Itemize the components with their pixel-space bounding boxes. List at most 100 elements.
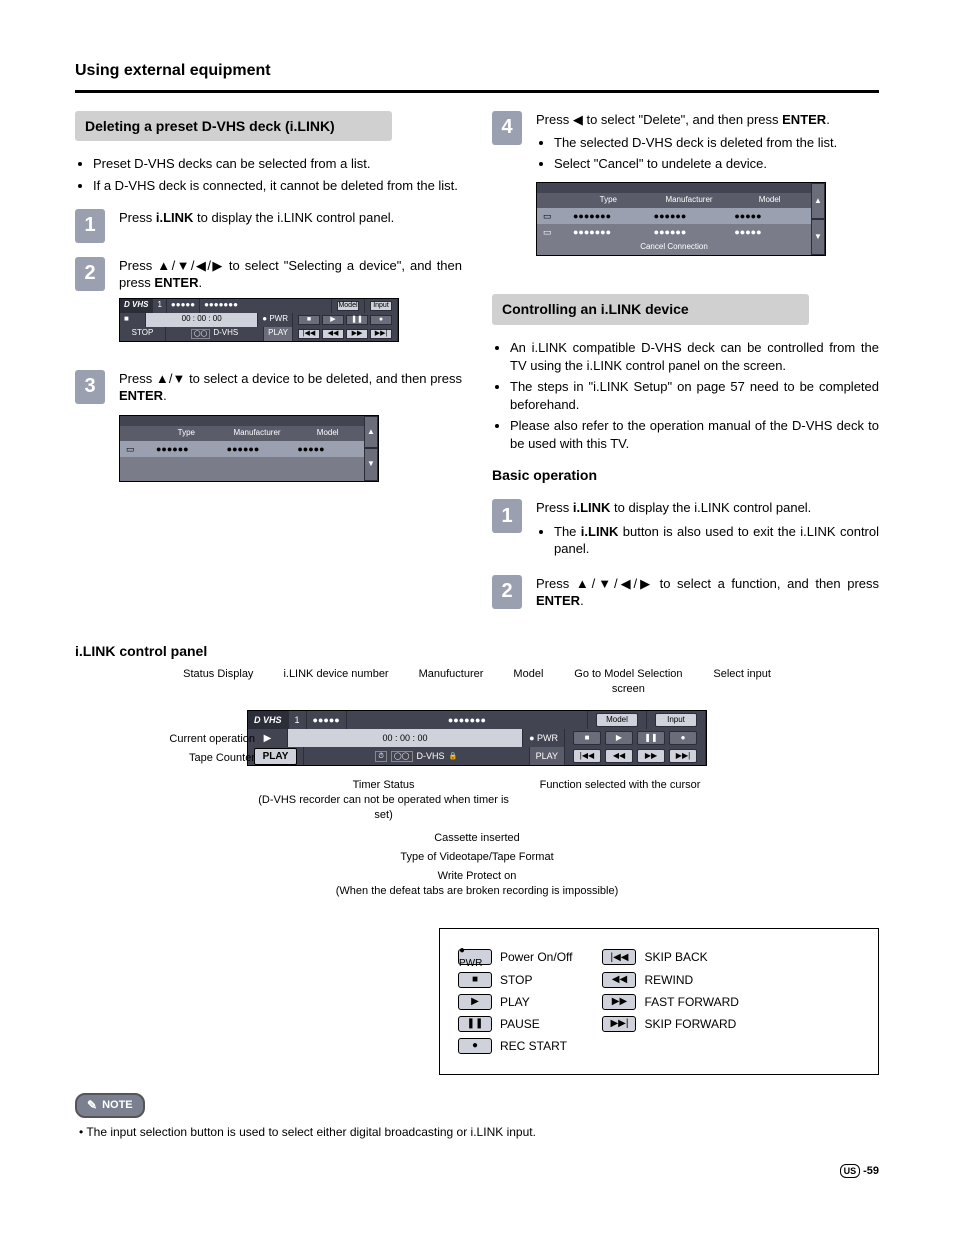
table-row[interactable]: ▭ ●●●●●●● ●●●●●● ●●●●● bbox=[537, 224, 811, 240]
bottom-callouts: Cassette inserted Type of Videotape/Tape… bbox=[75, 831, 879, 898]
keyword-ilink: i.LINK bbox=[573, 500, 611, 515]
rec-button[interactable]: ● bbox=[669, 731, 697, 745]
step-2: 2 Press ▲/▼/◀/▶ to select "Selecting a d… bbox=[75, 257, 462, 356]
ffwd-button[interactable]: ▶▶ bbox=[346, 329, 368, 339]
skip-back-button[interactable]: |◀◀ bbox=[573, 749, 601, 763]
mid-callouts-row: Timer Status (D-VHS recorder can not be … bbox=[75, 778, 879, 823]
dots: ●●●●● bbox=[167, 299, 200, 313]
step-4: 4 Press ◀ to select "Delete", and then p… bbox=[492, 111, 879, 271]
cp-row-bot: PLAY ⏱ ◯◯ D-VHS 🔒 PLAY |◀◀ ◀◀ ▶▶ ▶▶| bbox=[248, 747, 706, 765]
pause-button[interactable]: ❚❚ bbox=[346, 315, 368, 325]
col-type: Type bbox=[573, 195, 644, 206]
panel-row-bot: STOP ◯◯D-VHS PLAY |◀◀◀◀▶▶▶▶| bbox=[120, 327, 398, 341]
model-button[interactable]: Model bbox=[596, 713, 638, 727]
rec-button[interactable]: ● bbox=[370, 315, 392, 325]
scroll-down-icon[interactable]: ▼ bbox=[811, 219, 825, 255]
note-content: The input selection button is used to se… bbox=[86, 1125, 536, 1139]
sub-bullets: The selected D-VHS deck is deleted from … bbox=[536, 134, 879, 172]
scroll-up-icon[interactable]: ▲ bbox=[364, 416, 378, 448]
note-badge: ✎ NOTE bbox=[75, 1093, 145, 1117]
step-3: 3 Press ▲/▼ to select a device to be del… bbox=[75, 370, 462, 496]
stop-button[interactable]: ■ bbox=[573, 731, 601, 745]
basic-step-1: 1 Press i.LINK to display the i.LINK con… bbox=[492, 499, 879, 561]
arrow-glyphs: ▲/▼/◀/▶ bbox=[157, 258, 224, 273]
skip-back-button[interactable]: |◀◀ bbox=[298, 329, 320, 339]
label: PAUSE bbox=[500, 1016, 540, 1032]
basic-step-2: 2 Press ▲/▼/◀/▶ to select a function, an… bbox=[492, 575, 879, 610]
step-number: 4 bbox=[492, 111, 522, 145]
heading-control-panel: i.LINK control panel bbox=[75, 642, 879, 661]
step-text: Press i.LINK to display the i.LINK contr… bbox=[536, 499, 879, 561]
lock-icon: 🔒 bbox=[449, 752, 458, 761]
section2-bullets: An i.LINK compatible D-VHS deck can be c… bbox=[492, 339, 879, 452]
cassette-dvhs-area: ⏱ ◯◯ D-VHS 🔒 bbox=[304, 747, 530, 765]
note-section: ✎ NOTE • The input selection button is u… bbox=[75, 1093, 879, 1139]
cell-type: ●●●●●●● bbox=[573, 226, 644, 238]
rewind-icon: ◀◀ bbox=[602, 972, 636, 988]
dvhs-logo: D VHS bbox=[248, 711, 289, 729]
callout-cassette: Cassette inserted bbox=[75, 831, 879, 846]
input-button[interactable]: Input bbox=[655, 713, 697, 727]
right-column: 4 Press ◀ to select "Delete", and then p… bbox=[492, 111, 879, 624]
note-icon: ✎ bbox=[87, 1097, 97, 1113]
scrollbar[interactable]: ▲ ▼ bbox=[811, 183, 825, 255]
callout-format: Type of Videotape/Tape Format bbox=[75, 850, 879, 865]
left-column: Deleting a preset D-VHS deck (i.LINK) Pr… bbox=[75, 111, 462, 624]
sub-bullet: The i.LINK button is also used to exit t… bbox=[554, 523, 879, 558]
cp-row-mid: 00 : 00 : 00 ● PWR ■ ▶ ❚❚ ● bbox=[248, 729, 706, 747]
sub-bullets: The i.LINK button is also used to exit t… bbox=[536, 523, 879, 558]
rewind-button[interactable]: ◀◀ bbox=[322, 329, 344, 339]
legend-item-rec: ● REC START bbox=[458, 1038, 572, 1054]
label: REC START bbox=[500, 1038, 567, 1054]
dvhs-label: D-VHS bbox=[417, 750, 445, 762]
pwr-icon: ● PWR bbox=[458, 949, 492, 965]
text: to display the i.LINK control panel. bbox=[193, 210, 394, 225]
stop-button[interactable]: ■ bbox=[298, 315, 320, 325]
callout-write-protect: Write Protect on (When the defeat tabs a… bbox=[75, 869, 879, 899]
callout-function-selected: Function selected with the cursor bbox=[540, 778, 701, 823]
label: Power On/Off bbox=[500, 949, 572, 965]
left-callouts: Current operation Tape Counter bbox=[95, 732, 255, 766]
text: to select "Delete", and then press bbox=[583, 112, 782, 127]
model-button[interactable]: Model bbox=[337, 301, 359, 311]
skip-fwd-button[interactable]: ▶▶| bbox=[669, 749, 697, 763]
play-button[interactable]: ▶ bbox=[322, 315, 344, 325]
callout-status: Status Display bbox=[183, 667, 253, 697]
play-button[interactable]: ▶ bbox=[605, 731, 633, 745]
panel-row-top: D VHS 1 ●●●●● ●●●●●●● Model Input bbox=[120, 299, 398, 313]
input-button[interactable]: Input bbox=[370, 301, 392, 311]
rewind-button[interactable]: ◀◀ bbox=[605, 749, 633, 763]
scrollbar[interactable]: ▲ ▼ bbox=[364, 416, 378, 481]
device-number: 1 bbox=[153, 299, 166, 313]
callout-goto-model: Go to Model Selection screen bbox=[573, 667, 683, 697]
step-text: Press ▲/▼/◀/▶ to select "Selecting a dev… bbox=[119, 257, 462, 356]
dvhs-logo: D VHS bbox=[120, 299, 153, 313]
pwr-button[interactable]: ● PWR bbox=[258, 313, 293, 327]
skip-fwd-button[interactable]: ▶▶| bbox=[370, 329, 392, 339]
step-1: 1 Press i.LINK to display the i.LINK con… bbox=[75, 209, 462, 243]
legend-item-skipfwd: ▶▶|SKIP FORWARD bbox=[602, 1016, 738, 1032]
table-row[interactable]: ▭ ●●●●●● ●●●●●● ●●●●● bbox=[120, 441, 364, 457]
cell-manufacturer: ●●●●●● bbox=[654, 210, 725, 222]
control-panel-section: i.LINK control panel Status Display i.LI… bbox=[75, 642, 879, 1075]
ffwd-icon: ▶▶ bbox=[602, 994, 636, 1010]
callout-current-op: Current operation bbox=[95, 732, 255, 747]
table-row[interactable]: ▭ ●●●●●●● ●●●●●● ●●●●● bbox=[537, 208, 811, 224]
label: SKIP FORWARD bbox=[644, 1016, 736, 1032]
pause-button[interactable]: ❚❚ bbox=[637, 731, 665, 745]
cell-model: ●●●●● bbox=[297, 443, 358, 455]
play-label: PLAY bbox=[254, 748, 298, 766]
ffwd-button[interactable]: ▶▶ bbox=[637, 749, 665, 763]
rec-icon: ● bbox=[458, 1038, 492, 1054]
arrow-glyph: ◀ bbox=[573, 112, 583, 127]
cancel-connection[interactable]: Cancel Connection bbox=[537, 240, 811, 255]
timer-icon: ⏱ bbox=[375, 751, 386, 762]
scroll-down-icon[interactable]: ▼ bbox=[364, 448, 378, 480]
pwr-button[interactable]: ● PWR bbox=[523, 729, 565, 747]
step-number: 1 bbox=[492, 499, 522, 533]
label: REWIND bbox=[644, 972, 693, 988]
scroll-up-icon[interactable]: ▲ bbox=[811, 183, 825, 219]
cell-type: ●●●●●●● bbox=[573, 210, 644, 222]
col-type: Type bbox=[156, 428, 217, 439]
text: Press bbox=[536, 112, 573, 127]
